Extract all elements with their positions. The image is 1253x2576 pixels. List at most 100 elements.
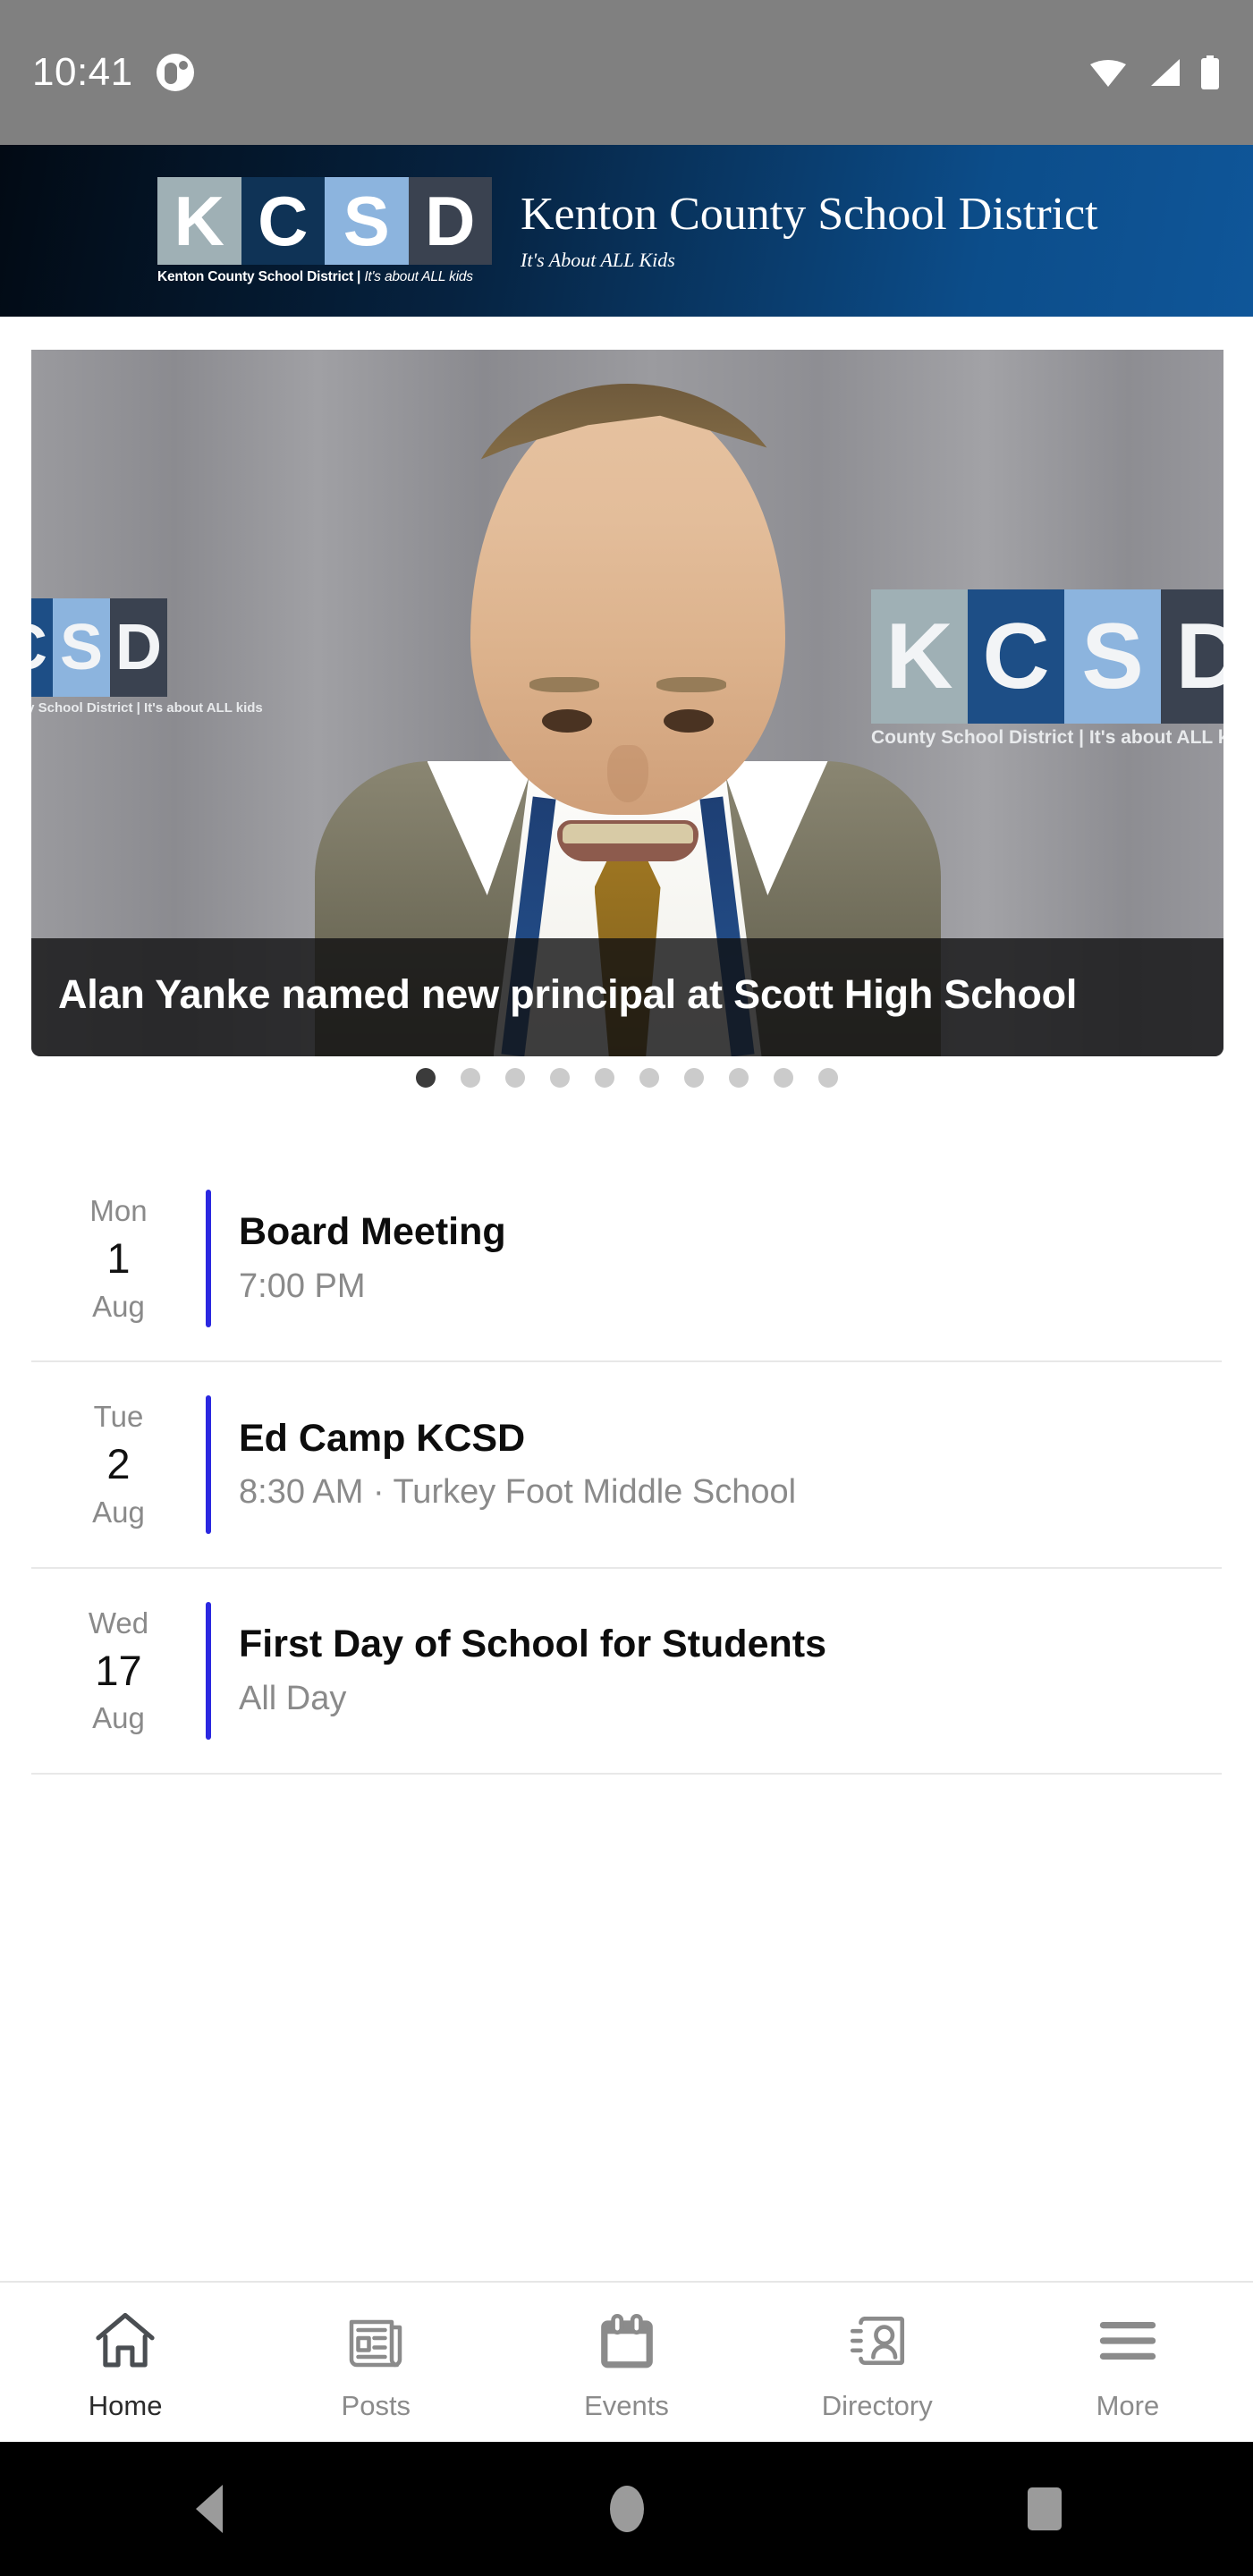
status-bar-left: 10:41 (32, 50, 194, 95)
event-month: Aug (92, 1289, 145, 1323)
back-triangle-icon (195, 2485, 223, 2533)
backdrop-left-tile-c: C (31, 598, 53, 697)
home-button[interactable] (418, 2486, 835, 2532)
mouth (556, 820, 698, 861)
teeth (562, 824, 693, 843)
tab-home[interactable]: Home (0, 2303, 250, 2422)
hero-carousel-card[interactable]: K C S D Kenton County School District | … (31, 350, 1223, 1056)
kcsd-logo: K C S D Kenton County School District | … (157, 176, 492, 285)
backdrop-banner-left-tiles: K C S D (31, 598, 263, 697)
logo-caption-italic: It's about ALL kids (364, 268, 473, 284)
carousel-dot-1[interactable] (415, 1068, 436, 1088)
carousel-dot-6[interactable] (639, 1068, 659, 1088)
contact-card-icon (840, 2303, 915, 2378)
carousel-dot-5[interactable] (594, 1068, 614, 1088)
tab-label: Home (88, 2389, 163, 2421)
event-row[interactable]: Wed 17 Aug First Day of School for Students… (31, 1569, 1222, 1775)
event-month: Aug (92, 1701, 145, 1735)
person-head (470, 394, 785, 861)
kcsd-logo-caption: Kenton County School District | It's abo… (157, 269, 492, 285)
logo-tile-k: K (157, 176, 241, 265)
logo-caption-main: Kenton County School District (157, 268, 353, 284)
carousel-dot-10[interactable] (817, 1068, 838, 1088)
eyebrow-left (529, 677, 599, 692)
back-button[interactable] (0, 2485, 418, 2533)
recents-button[interactable] (835, 2487, 1253, 2530)
app-header: K C S D Kenton County School District | … (0, 145, 1253, 317)
logo-tile-c: C (241, 176, 325, 265)
hero-headline: Alan Yanke named new principal at Scott … (58, 971, 1078, 1018)
status-bar-right (1088, 55, 1221, 89)
event-subtitle: 7:00 PM (239, 1267, 366, 1305)
event-info: First Day of School for Students All Day (211, 1602, 826, 1740)
status-bar-clock: 10:41 (32, 50, 133, 94)
android-navigation-bar (0, 2442, 1253, 2576)
event-weekday: Mon (89, 1194, 148, 1227)
event-month: Aug (92, 1496, 145, 1530)
header-text-block: Kenton County School District It's About… (521, 190, 1098, 272)
tab-events[interactable]: Events (501, 2303, 751, 2422)
event-weekday: Tue (93, 1400, 144, 1434)
carousel-dot-4[interactable] (549, 1068, 570, 1088)
event-row[interactable]: Mon 1 Aug Board Meeting 7:00 PM (31, 1157, 1222, 1363)
district-tagline: It's About ALL Kids (521, 249, 675, 272)
backdrop-right-tile-c: C (968, 589, 1064, 724)
eye-right (663, 709, 714, 733)
backdrop-right-tile-d: D (1161, 589, 1223, 724)
event-title: First Day of School for Students (239, 1623, 826, 1666)
event-subtitle: 8:30 AM · Turkey Foot Middle School (239, 1473, 797, 1512)
battery-full-icon (1199, 55, 1221, 89)
backdrop-left-tile-d: D (110, 598, 167, 697)
calendar-icon (589, 2303, 665, 2378)
home-circle-icon (609, 2486, 644, 2532)
event-date: Tue 2 Aug (31, 1395, 206, 1533)
event-day-number: 17 (95, 1646, 142, 1694)
event-date: Mon 1 Aug (31, 1190, 206, 1327)
tab-directory[interactable]: Directory (752, 2303, 1003, 2422)
district-title: Kenton County School District (521, 188, 1098, 240)
eyebrow-right (656, 677, 726, 692)
event-day-number: 2 (106, 1440, 131, 1488)
carousel-dot-2[interactable] (460, 1068, 480, 1088)
tab-label: More (1096, 2389, 1160, 2421)
status-bar: 10:41 (0, 0, 1253, 145)
wifi-icon (1088, 57, 1128, 88)
logo-tile-s: S (325, 176, 409, 265)
kcsd-logo-tiles: K C S D (157, 176, 492, 265)
carousel-dot-7[interactable] (683, 1068, 704, 1088)
event-title: Ed Camp KCSD (239, 1416, 526, 1460)
logo-caption-separator: | (352, 268, 365, 284)
event-day-number: 1 (106, 1233, 131, 1282)
backdrop-right-tile-s: S (1064, 589, 1161, 724)
hamburger-menu-icon (1090, 2303, 1165, 2378)
bottom-tab-bar: Home Posts Events Directory More (0, 2281, 1253, 2442)
event-date: Wed 17 Aug (31, 1602, 206, 1740)
carousel-dot-8[interactable] (728, 1068, 749, 1088)
backdrop-banner-left-caption: Kenton County School District | It's abo… (31, 700, 263, 716)
tab-label: Posts (341, 2389, 411, 2421)
recents-square-icon (1027, 2487, 1062, 2530)
event-subtitle: All Day (239, 1679, 347, 1717)
tab-label: Directory (821, 2389, 933, 2421)
tab-label: Events (584, 2389, 669, 2421)
carousel-dot-9[interactable] (773, 1068, 793, 1088)
app-notification-icon (156, 54, 194, 91)
hero-caption-overlay[interactable]: Alan Yanke named new principal at Scott … (31, 938, 1223, 1056)
backdrop-banner-left: K C S D Kenton County School District | … (31, 598, 263, 716)
event-info: Ed Camp KCSD 8:30 AM · Turkey Foot Middle… (211, 1395, 796, 1533)
tab-more[interactable]: More (1003, 2303, 1253, 2422)
cell-signal-icon (1144, 57, 1183, 88)
nose (606, 745, 648, 802)
event-weekday: Wed (88, 1606, 149, 1640)
eye-left (541, 709, 592, 733)
events-list: Mon 1 Aug Board Meeting 7:00 PM Tue 2 Aug Ed Cam… (0, 1157, 1253, 1775)
home-icon (88, 2303, 163, 2378)
phone-screen: 10:41 K C S D Kenton County School Distr… (0, 0, 1253, 2576)
event-title: Board Meeting (239, 1210, 506, 1254)
carousel-dot-3[interactable] (504, 1068, 525, 1088)
logo-tile-d: D (408, 176, 492, 265)
event-row[interactable]: Tue 2 Aug Ed Camp KCSD 8:30 AM · Turkey Foot… (31, 1362, 1222, 1569)
tab-posts[interactable]: Posts (250, 2303, 501, 2422)
backdrop-left-tile-s: S (53, 598, 110, 697)
carousel-pagination-dots[interactable] (0, 1068, 1253, 1088)
